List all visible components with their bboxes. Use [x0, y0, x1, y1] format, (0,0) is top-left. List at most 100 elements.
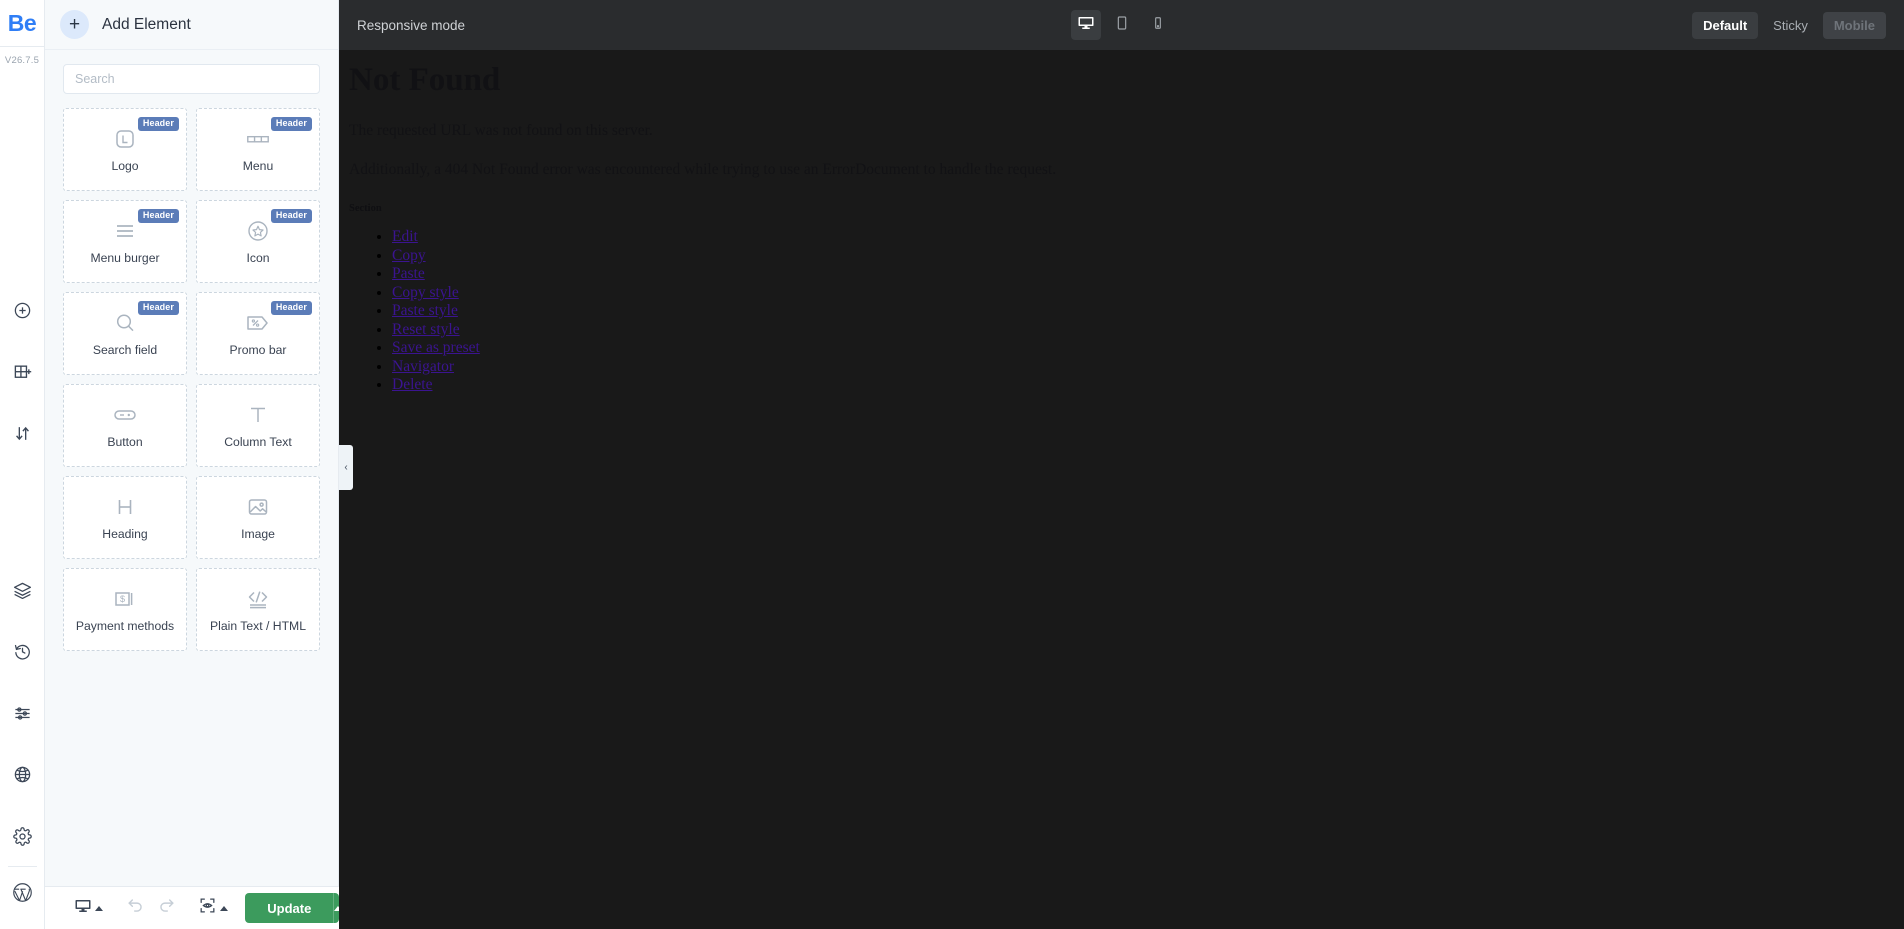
- element-card-menu-burger[interactable]: Header Menu burger: [63, 200, 187, 283]
- context-link-delete[interactable]: Delete: [392, 376, 432, 395]
- rail-history-button[interactable]: [0, 635, 45, 673]
- version-label: V26.7.5: [4, 55, 40, 67]
- image-icon: [246, 494, 270, 520]
- list-item[interactable]: Paste: [392, 265, 1904, 284]
- error-paragraph-1: The requested URL was not found on this …: [349, 122, 653, 140]
- footer-device-button[interactable]: [70, 894, 107, 923]
- element-card-icon[interactable]: Header Icon: [196, 200, 320, 283]
- panel-collapse-handle[interactable]: ‹: [339, 445, 353, 490]
- rail-add-block-button[interactable]: [0, 356, 45, 394]
- add-element-button[interactable]: +: [60, 10, 89, 39]
- list-item[interactable]: Edit: [392, 228, 1904, 247]
- context-link-reset-style[interactable]: Reset style: [392, 321, 460, 340]
- context-link-copy[interactable]: Copy: [392, 247, 426, 266]
- context-link-paste-style[interactable]: Paste style: [392, 302, 458, 321]
- context-link-save-as-preset[interactable]: Save as preset: [392, 339, 480, 358]
- list-item[interactable]: Reset style: [392, 321, 1904, 340]
- panel-header: + Add Element: [45, 0, 338, 50]
- element-card-label: Image: [241, 527, 275, 541]
- list-item[interactable]: Delete: [392, 376, 1904, 395]
- brand-logo[interactable]: Be: [0, 0, 44, 48]
- mode-mobile-button[interactable]: Mobile: [1822, 11, 1886, 39]
- rail-settings-button[interactable]: [0, 820, 45, 858]
- menu-icon: [245, 126, 271, 152]
- element-card-menu[interactable]: Header Menu: [196, 108, 320, 191]
- list-item[interactable]: Navigator: [392, 358, 1904, 377]
- rail-reorder-button[interactable]: [0, 417, 45, 455]
- device-switcher: [339, 10, 1904, 40]
- payment-card-icon: $: [112, 586, 138, 612]
- tablet-icon: [1114, 15, 1130, 36]
- element-card-promo-bar[interactable]: Header Promo bar: [196, 292, 320, 375]
- preview-document: Not Found The requested URL was not foun…: [339, 50, 1904, 395]
- context-link-paste[interactable]: Paste: [392, 265, 425, 284]
- error-heading: Not Found: [349, 62, 501, 98]
- status-badge: Header: [270, 117, 312, 131]
- panel-footer-toolbar: Update: [45, 886, 339, 929]
- element-card-label: Menu: [242, 159, 274, 173]
- sliders-icon: [13, 704, 32, 728]
- list-item[interactable]: Copy: [392, 247, 1904, 266]
- editor-stage: Responsive mode Default Sticky Mobile No…: [339, 0, 1904, 929]
- svg-text:$: $: [120, 594, 125, 604]
- element-card-search-field[interactable]: Header Search field: [63, 292, 187, 375]
- rail-sliders-button[interactable]: [0, 697, 45, 735]
- code-icon: [245, 586, 271, 612]
- status-badge: Header: [137, 209, 179, 223]
- context-link-copy-style[interactable]: Copy style: [392, 284, 459, 303]
- star-circle-icon: [246, 218, 270, 244]
- add-circle-icon: [13, 301, 32, 325]
- element-card-heading[interactable]: Heading: [63, 476, 187, 559]
- redo-icon: [157, 896, 176, 920]
- search-container: [45, 50, 338, 102]
- mobile-icon: [1151, 16, 1165, 35]
- element-card-logo[interactable]: Header Logo: [63, 108, 187, 191]
- mode-sticky-button[interactable]: Sticky: [1762, 12, 1819, 39]
- chevron-up-icon: [95, 905, 103, 911]
- element-grid: Header Logo Header Menu Header Menu burg…: [45, 102, 338, 661]
- mode-default-button[interactable]: Default: [1692, 11, 1759, 39]
- rail-wordpress-button[interactable]: [0, 875, 45, 915]
- element-card-button[interactable]: Button: [63, 384, 187, 467]
- element-card-payment-methods[interactable]: $ Payment methods: [63, 568, 187, 651]
- element-card-image[interactable]: Image: [196, 476, 320, 559]
- status-badge: Header: [270, 301, 312, 315]
- sort-arrows-icon: [13, 424, 32, 448]
- element-card-plain-text-html[interactable]: Plain Text / HTML: [196, 568, 320, 651]
- preview-canvas[interactable]: Not Found The requested URL was not foun…: [339, 50, 1904, 929]
- rail-global-button[interactable]: [0, 758, 45, 796]
- status-badge: Header: [137, 117, 179, 131]
- rail-layers-button[interactable]: [0, 574, 45, 612]
- topbar-title: Responsive mode: [357, 17, 466, 33]
- device-tablet-button[interactable]: [1107, 10, 1137, 40]
- preview-button[interactable]: [194, 893, 232, 923]
- element-card-label: Icon: [246, 251, 270, 265]
- desktop-icon: [1077, 14, 1095, 37]
- logo-icon: [113, 126, 137, 152]
- list-item[interactable]: Save as preset: [392, 339, 1904, 358]
- update-button-label: Update: [267, 900, 312, 916]
- undo-button[interactable]: [122, 893, 149, 923]
- element-card-label: Menu burger: [90, 251, 160, 265]
- context-link-edit[interactable]: Edit: [392, 228, 418, 247]
- list-item[interactable]: Copy style: [392, 284, 1904, 303]
- search-input[interactable]: [63, 64, 320, 94]
- device-desktop-button[interactable]: [1070, 10, 1101, 40]
- element-card-label: Button: [107, 435, 143, 449]
- app-root: Be V26.7.5 + Add Element Search Header L…: [0, 0, 1904, 929]
- list-item[interactable]: Paste style: [392, 302, 1904, 321]
- search-icon: [113, 310, 137, 336]
- element-card-column-text[interactable]: Column Text: [196, 384, 320, 467]
- redo-button[interactable]: [153, 893, 180, 923]
- desktop-icon: [74, 897, 92, 920]
- status-badge: Header: [270, 209, 312, 223]
- element-card-label: Plain Text / HTML: [210, 619, 306, 633]
- element-card-label: Payment methods: [75, 619, 175, 633]
- chevron-up-icon: [220, 905, 229, 911]
- history-icon: [13, 642, 32, 666]
- rail-add-circle-button[interactable]: [0, 294, 45, 332]
- context-link-navigator[interactable]: Navigator: [392, 358, 454, 377]
- update-button[interactable]: Update: [245, 893, 339, 923]
- device-mobile-button[interactable]: [1143, 10, 1173, 40]
- section-label: Section: [349, 203, 382, 215]
